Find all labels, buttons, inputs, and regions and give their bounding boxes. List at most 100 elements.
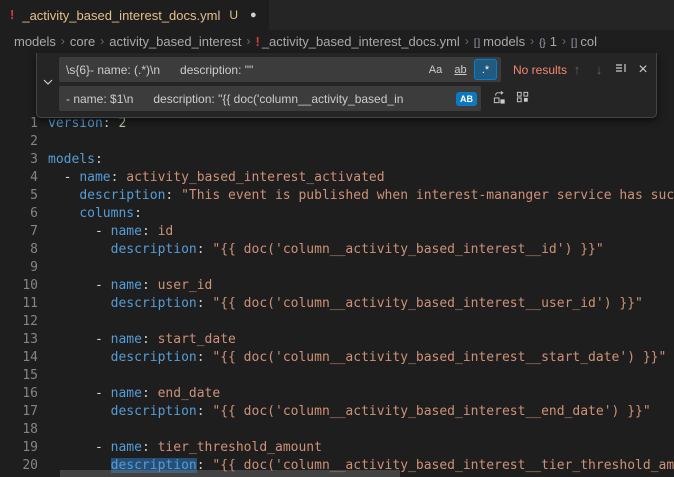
- breadcrumb-label: models: [14, 34, 56, 49]
- find-nav-buttons: ↑ ↓ ×: [567, 60, 653, 80]
- toggle-replace-button[interactable]: [37, 57, 59, 111]
- replace-input[interactable]: - name: $1\n description: "{{ doc('colum…: [59, 86, 481, 111]
- breadcrumb-item-models[interactable]: models: [14, 34, 56, 49]
- line-number: 4: [0, 169, 48, 187]
- code-text: [48, 133, 674, 151]
- code-line[interactable]: 18: [0, 421, 674, 439]
- replace-value-text[interactable]: - name: $1\n description: "{{ doc('colum…: [66, 92, 452, 106]
- code-text: [48, 259, 674, 277]
- symbol-array-icon: [474, 34, 483, 49]
- breadcrumb-label: core: [70, 34, 95, 49]
- replace-icon: [492, 90, 507, 108]
- whole-word-toggle[interactable]: ab: [449, 59, 472, 80]
- code-line[interactable]: 7 - name: id: [0, 223, 674, 241]
- code-line[interactable]: 11 description: "{{ doc('column__activit…: [0, 295, 674, 313]
- line-number: 9: [0, 259, 48, 277]
- line-number: 11: [0, 295, 48, 313]
- replace-all-button[interactable]: [513, 89, 533, 109]
- code-line[interactable]: 14 description: "{{ doc('column__activit…: [0, 349, 674, 367]
- breadcrumb-separator-icon: [465, 34, 469, 48]
- code-line[interactable]: 16 - name: end_date: [0, 385, 674, 403]
- horizontal-scrollbar[interactable]: [60, 470, 400, 477]
- code-text: description: "{{ doc('column__activity_b…: [48, 241, 674, 259]
- unsaved-dot-icon[interactable]: ●: [250, 9, 257, 21]
- close-find-widget-button[interactable]: ×: [633, 60, 653, 80]
- line-number: 8: [0, 241, 48, 259]
- line-number: 3: [0, 151, 48, 169]
- next-match-button[interactable]: ↓: [589, 60, 609, 80]
- breadcrumb-item-folder[interactable]: activity_based_interest: [109, 34, 241, 49]
- code-text: description: "This event is published wh…: [48, 187, 674, 205]
- tab-filename: _activity_based_interest_docs.yml: [22, 8, 220, 23]
- code-line[interactable]: 10 - name: user_id: [0, 277, 674, 295]
- code-text: - name: end_date: [48, 385, 674, 403]
- line-number: 12: [0, 313, 48, 331]
- code-text: [48, 421, 674, 439]
- line-number: 5: [0, 187, 48, 205]
- code-line[interactable]: 5 description: "This event is published …: [0, 187, 674, 205]
- find-row: \s{6}- name: (.*)\n description: "" Aa a…: [59, 57, 650, 82]
- find-input[interactable]: \s{6}- name: (.*)\n description: "" Aa a…: [59, 57, 501, 82]
- breadcrumb-item-symbol-index[interactable]: 1: [539, 34, 557, 49]
- line-number: 18: [0, 421, 48, 439]
- code-line[interactable]: 6 columns:: [0, 205, 674, 223]
- code-text: [48, 367, 674, 385]
- line-number: 15: [0, 367, 48, 385]
- code-text: - name: user_id: [48, 277, 674, 295]
- line-number: 7: [0, 223, 48, 241]
- yaml-file-icon: [10, 6, 16, 24]
- preserve-case-toggle[interactable]: AB: [456, 92, 477, 106]
- line-number: 13: [0, 331, 48, 349]
- code-line[interactable]: 4 - name: activity_based_interest_activa…: [0, 169, 674, 187]
- tab-active-file[interactable]: _activity_based_interest_docs.yml U ●: [0, 0, 269, 30]
- line-number: 2: [0, 133, 48, 151]
- code-line[interactable]: 8 description: "{{ doc('column__activity…: [0, 241, 674, 259]
- find-option-toggles: Aa ab .*: [424, 59, 497, 80]
- find-in-selection-icon: [614, 61, 628, 78]
- code-text: [48, 313, 674, 331]
- vscode-window: _activity_based_interest_docs.yml U ● mo…: [0, 0, 674, 477]
- code-line[interactable]: 2: [0, 133, 674, 151]
- previous-match-button[interactable]: ↑: [567, 60, 587, 80]
- code-text: columns:: [48, 205, 674, 223]
- replace-row: - name: $1\n description: "{{ doc('colum…: [59, 86, 650, 111]
- breadcrumb-item-core[interactable]: core: [70, 34, 95, 49]
- tab-bar: _activity_based_interest_docs.yml U ●: [0, 0, 674, 30]
- breadcrumb-separator-icon: [562, 34, 566, 48]
- replace-button[interactable]: [489, 89, 509, 109]
- find-query-text[interactable]: \s{6}- name: (.*)\n description: "": [66, 63, 420, 77]
- code-line[interactable]: 17 description: "{{ doc('column__activit…: [0, 403, 674, 421]
- breadcrumb-separator-icon: [530, 34, 534, 48]
- code-line[interactable]: 3models:: [0, 151, 674, 169]
- replace-action-buttons: [489, 89, 533, 109]
- code-line[interactable]: 9: [0, 259, 674, 277]
- breadcrumb-item-symbol-models[interactable]: models: [474, 34, 525, 49]
- code-text: description: "{{ doc('column__activity_b…: [48, 295, 674, 313]
- breadcrumb-separator-icon: [61, 34, 65, 48]
- symbol-array-icon: [571, 34, 580, 49]
- breadcrumb-separator-icon: [246, 34, 250, 48]
- breadcrumb-label: col: [580, 34, 597, 49]
- code-text: models:: [48, 151, 674, 169]
- match-case-toggle[interactable]: Aa: [424, 59, 447, 80]
- code-line[interactable]: 13 - name: start_date: [0, 331, 674, 349]
- line-number: 19: [0, 439, 48, 457]
- chevron-down-icon: [41, 75, 55, 94]
- code-line[interactable]: 15: [0, 367, 674, 385]
- code-text: - name: activity_based_interest_activate…: [48, 169, 674, 187]
- code-line[interactable]: 19 - name: tier_threshold_amount: [0, 439, 674, 457]
- code-line[interactable]: 12: [0, 313, 674, 331]
- line-number: 10: [0, 277, 48, 295]
- regex-toggle[interactable]: .*: [474, 59, 497, 80]
- code-text: description: "{{ doc('column__activity_b…: [48, 403, 674, 421]
- breadcrumb-label: 1: [550, 34, 557, 49]
- code-text: description: "{{ doc('column__activity_b…: [48, 349, 674, 367]
- line-number: 6: [0, 205, 48, 223]
- breadcrumb-item-file[interactable]: _activity_based_interest_docs.yml: [255, 34, 459, 49]
- code-text: - name: tier_threshold_amount: [48, 439, 674, 457]
- breadcrumb-item-symbol-columns[interactable]: col: [571, 34, 597, 49]
- breadcrumb-separator-icon: [100, 34, 104, 48]
- breadcrumb: models core activity_based_interest _act…: [0, 30, 674, 52]
- find-in-selection-button[interactable]: [611, 60, 631, 80]
- symbol-object-icon: [539, 34, 550, 49]
